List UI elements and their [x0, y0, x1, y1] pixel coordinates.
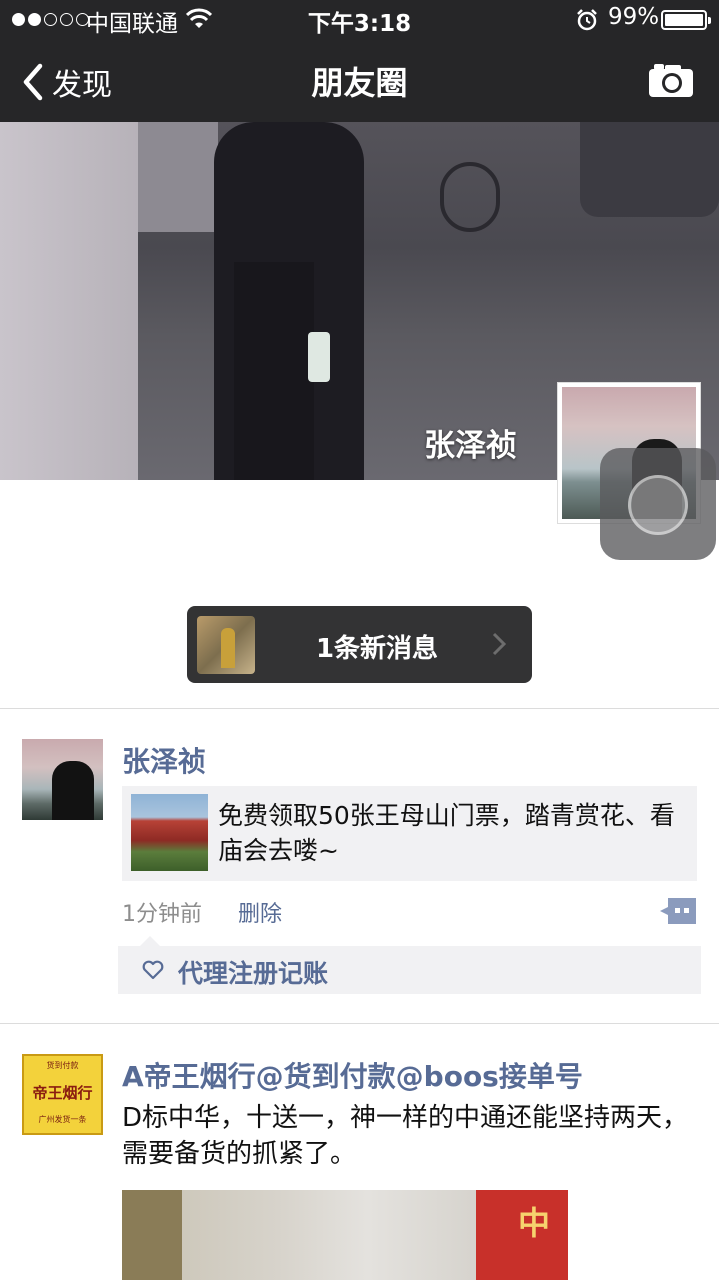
post-author[interactable]: A帝王烟行@货到付款@boos接单号	[122, 1055, 583, 1095]
assistive-touch-button[interactable]	[600, 448, 716, 560]
cover-user-name: 张泽祯	[424, 428, 517, 464]
divider	[0, 708, 719, 709]
shared-link-card[interactable]: 免费领取50张王母山门票，踏青赏花、看庙会去喽~	[122, 786, 697, 881]
comment-icon[interactable]	[660, 898, 696, 924]
status-bar: 中国联通 下午3:18 99%	[0, 0, 719, 40]
likes-box: 代理注册记账	[118, 936, 701, 994]
post-avatar[interactable]	[22, 739, 103, 820]
liker-name[interactable]: 代理注册记账	[178, 954, 328, 990]
new-message-button[interactable]: 1条新消息	[187, 606, 532, 683]
post-text: D标中华，十送一，神一样的中通还能坚持两天，需要备货的抓紧了。	[122, 1103, 689, 1169]
camera-icon[interactable]	[648, 62, 694, 98]
delete-button[interactable]: 删除	[238, 896, 282, 928]
shared-link-thumbnail	[131, 794, 208, 871]
alarm-icon	[577, 9, 597, 31]
chevron-right-icon	[492, 632, 506, 656]
shared-link-text: 免费领取50张王母山门票，踏青赏花、看庙会去喽~	[218, 801, 675, 865]
divider	[0, 1023, 719, 1024]
heart-icon	[142, 960, 164, 980]
post-time: 1分钟前	[122, 902, 202, 927]
new-message-label: 1条新消息	[315, 634, 439, 664]
photo-text: 中	[518, 1204, 551, 1242]
page-title: 朋友圈	[311, 64, 408, 102]
avatar-text-bottom: 广州发货一条	[38, 1115, 87, 1124]
top-bar: 中国联通 下午3:18 99% 发现 朋友圈	[0, 0, 719, 122]
post-photo[interactable]: 中	[122, 1190, 568, 1280]
avatar-text-top: 货到付款	[46, 1061, 79, 1070]
post-author[interactable]: 张泽祯	[122, 740, 206, 780]
battery-percent: 99%	[608, 4, 660, 30]
battery-icon	[661, 10, 711, 30]
avatar-text-main: 帝王烟行	[32, 1084, 93, 1102]
post-avatar[interactable]: 货到付款 帝王烟行 广州发货一条	[22, 1054, 103, 1135]
